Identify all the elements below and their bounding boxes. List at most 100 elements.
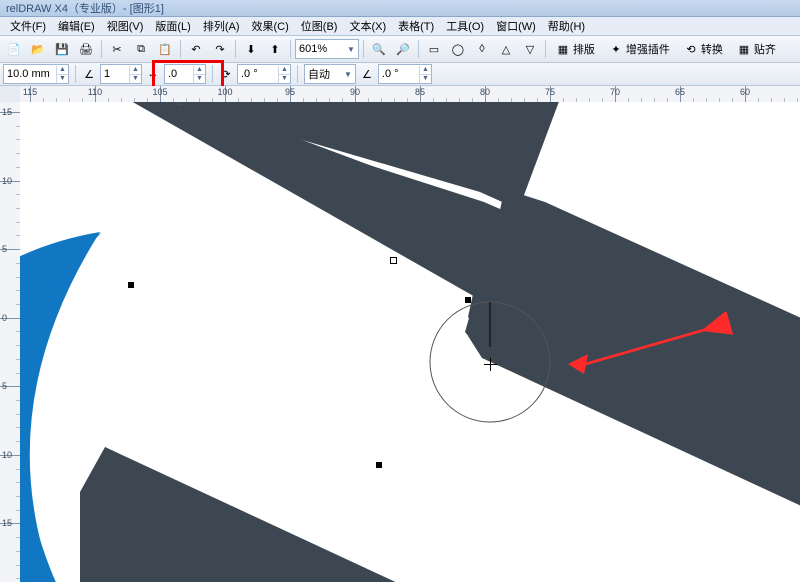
ruler-label: 15 <box>2 107 12 117</box>
app-title: relDRAW X4（专业版）- [图形1] <box>6 0 164 16</box>
separator <box>212 65 213 83</box>
menu-table[interactable]: 表格(T) <box>392 17 440 35</box>
size-input[interactable] <box>4 68 56 80</box>
copy-button[interactable]: ⧉ <box>130 38 152 60</box>
shape-icon: ▭ <box>427 42 441 56</box>
import-icon: ⬇ <box>244 42 258 56</box>
dropdown-icon: ▼ <box>342 70 354 79</box>
menu-edit[interactable]: 编辑(E) <box>52 17 101 35</box>
dark-shape-lower-b[interactable] <box>80 447 460 582</box>
arrange-label: 排版 <box>573 41 595 57</box>
auto-input[interactable] <box>306 68 342 80</box>
selection-handle[interactable] <box>128 282 134 288</box>
rotation-input[interactable] <box>238 68 278 80</box>
paste-icon: 📋 <box>158 42 172 56</box>
menu-file[interactable]: 文件(F) <box>4 17 52 35</box>
zoom-out-button[interactable]: 🔎 <box>392 38 414 60</box>
artwork <box>20 102 800 582</box>
separator <box>180 40 181 58</box>
angle2-spinner[interactable]: ▲▼ <box>164 64 206 84</box>
separator <box>363 40 364 58</box>
ruler-label: 105 <box>152 87 167 97</box>
separator <box>297 65 298 83</box>
redo-button[interactable]: ↷ <box>209 38 231 60</box>
ruler-label: 10 <box>2 176 12 186</box>
selection-handle[interactable] <box>465 297 471 303</box>
plugins-button[interactable]: ✦ 增强插件 <box>603 38 676 60</box>
open-button[interactable]: 📂 <box>27 38 49 60</box>
zoom-in-button[interactable]: 🔍 <box>368 38 390 60</box>
export-button[interactable]: ⬆ <box>264 38 286 60</box>
selection-handle[interactable] <box>390 257 397 264</box>
auto-combo[interactable]: ▼ <box>304 64 356 84</box>
convert-button[interactable]: ⟲ 转换 <box>678 38 729 60</box>
menu-effects[interactable]: 效果(C) <box>246 17 295 35</box>
ruler-label: 95 <box>285 87 295 97</box>
spin-buttons[interactable]: ▲▼ <box>419 66 431 83</box>
spin-buttons[interactable]: ▲▼ <box>129 66 141 83</box>
title-bar: relDRAW X4（专业版）- [图形1] <box>0 0 800 17</box>
separator <box>235 40 236 58</box>
angle3-spinner[interactable]: ▲▼ <box>378 64 432 84</box>
menu-bitmap[interactable]: 位图(B) <box>295 17 344 35</box>
separator <box>75 65 76 83</box>
drawing-canvas[interactable] <box>20 102 800 582</box>
angle1-input[interactable] <box>101 68 129 80</box>
plugins-label: 增强插件 <box>626 41 670 57</box>
menu-arrange[interactable]: 排列(A) <box>197 17 246 35</box>
separator <box>290 40 291 58</box>
convert-label: 转换 <box>701 41 723 57</box>
undo-button[interactable]: ↶ <box>185 38 207 60</box>
spin-buttons[interactable]: ▲▼ <box>193 66 205 83</box>
spin-buttons[interactable]: ▲▼ <box>56 66 68 83</box>
misc-button-4[interactable]: △ <box>495 38 517 60</box>
print-button[interactable]: 🖨 <box>75 38 97 60</box>
arrange-panel-button[interactable]: ▦ 排版 <box>550 38 601 60</box>
cut-icon: ✂ <box>110 42 124 56</box>
zoom-input[interactable] <box>297 43 345 55</box>
separator <box>101 40 102 58</box>
ruler-label: 15 <box>2 518 12 528</box>
menu-text[interactable]: 文本(X) <box>343 17 392 35</box>
rotate-icon: ⟳ <box>219 67 233 81</box>
cut-button[interactable]: ✂ <box>106 38 128 60</box>
horizontal-ruler[interactable]: 115110105100959085807570656055 <box>20 86 800 103</box>
new-button[interactable]: 📄 <box>3 38 25 60</box>
ruler-label: 100 <box>217 87 232 97</box>
misc-button-3[interactable]: ◊ <box>471 38 493 60</box>
snap-label: 贴齐 <box>754 41 776 57</box>
separator <box>545 40 546 58</box>
paste-button[interactable]: 📋 <box>154 38 176 60</box>
menu-view[interactable]: 视图(V) <box>101 17 150 35</box>
size-spinner[interactable]: ▲▼ <box>3 64 69 84</box>
angle-icon: ∠ <box>360 67 374 81</box>
spin-buttons[interactable]: ▲▼ <box>278 66 290 83</box>
save-icon: 💾 <box>55 42 69 56</box>
ruler-label: 110 <box>88 87 102 97</box>
misc-button-5[interactable]: ▽ <box>519 38 541 60</box>
redo-icon: ↷ <box>213 42 227 56</box>
ruler-label: 75 <box>545 87 555 97</box>
misc-button-1[interactable]: ▭ <box>423 38 445 60</box>
ruler-origin[interactable] <box>0 86 21 103</box>
rotation-spinner[interactable]: ▲▼ <box>237 64 291 84</box>
offset-icon: ↔ <box>146 67 160 81</box>
misc-button-2[interactable]: ◯ <box>447 38 469 60</box>
snap-button[interactable]: ▦ 贴齐 <box>731 38 782 60</box>
shape-icon: ◊ <box>475 42 489 56</box>
save-button[interactable]: 💾 <box>51 38 73 60</box>
menu-tools[interactable]: 工具(O) <box>440 17 490 35</box>
snap-icon: ▦ <box>737 42 751 56</box>
standard-toolbar: 📄 📂 💾 🖨 ✂ ⧉ 📋 ↶ ↷ ⬇ ⬆ ▼ 🔍 🔎 ▭ ◯ ◊ △ ▽ ▦ … <box>0 36 800 63</box>
selection-handle[interactable] <box>376 462 382 468</box>
import-button[interactable]: ⬇ <box>240 38 262 60</box>
menu-layout[interactable]: 版面(L) <box>149 17 196 35</box>
zoom-combo[interactable]: ▼ <box>295 39 359 59</box>
angle1-spinner[interactable]: ▲▼ <box>100 64 142 84</box>
angle2-input[interactable] <box>165 68 193 80</box>
menu-window[interactable]: 窗口(W) <box>490 17 542 35</box>
menu-help[interactable]: 帮助(H) <box>542 17 591 35</box>
angle3-input[interactable] <box>379 68 419 80</box>
workspace: 115110105100959085807570656055 151050510… <box>0 86 800 582</box>
vertical-ruler[interactable]: 1510505101520 <box>0 102 21 582</box>
